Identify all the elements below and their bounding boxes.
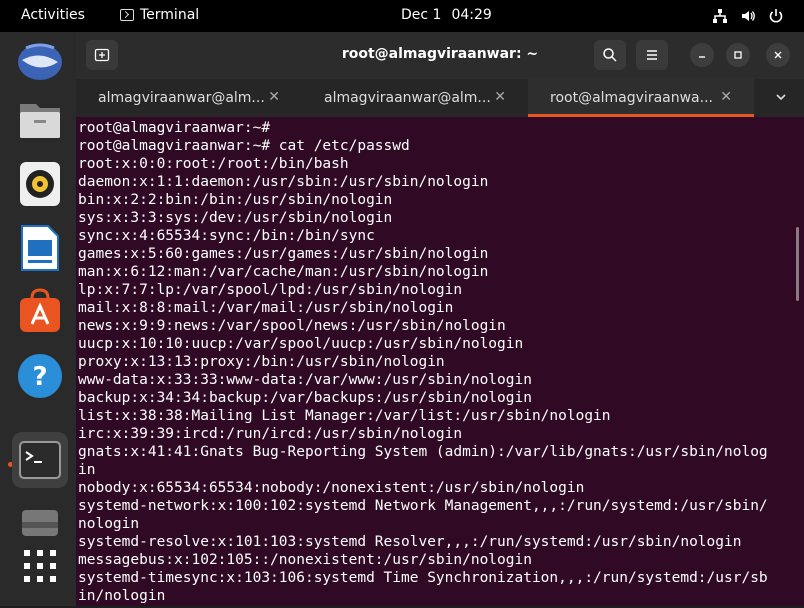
- tab-close-icon[interactable]: ✕: [494, 89, 506, 105]
- files-launcher[interactable]: [12, 92, 68, 148]
- tab-2[interactable]: almagviraanwar@alm... ✕: [302, 79, 528, 117]
- rhythmbox-launcher[interactable]: [12, 156, 68, 212]
- tab-1[interactable]: almagviraanwar@alm... ✕: [76, 79, 302, 117]
- app-menu[interactable]: Terminal: [120, 7, 199, 23]
- thunderbird-launcher[interactable]: [12, 36, 68, 92]
- terminal-line: mail:x:8:8:mail:/var/mail:/usr/sbin/nolo…: [78, 300, 454, 316]
- terminal-line: systemd-resolve:x:101:103:systemd Resolv…: [78, 534, 742, 550]
- terminal-window: root@almagviraanwar: ~ almagviraanwar@al…: [76, 32, 804, 606]
- help-icon: ?: [18, 354, 62, 398]
- terminal-output[interactable]: root@almagviraanwar:~# root@almagviraanwa…: [78, 117, 790, 608]
- writer-launcher[interactable]: [12, 220, 68, 276]
- tab-label: almagviraanwar@alm...: [324, 90, 491, 106]
- terminal-line: news:x:9:9:news:/var/spool/news:/usr/sbi…: [78, 318, 506, 334]
- show-apps-button[interactable]: [12, 538, 68, 594]
- dock: ?: [0, 32, 80, 606]
- terminal-line: bin:x:2:2:bin:/bin:/usr/sbin/nologin: [78, 192, 393, 208]
- search-icon: [603, 48, 617, 62]
- tab-close-icon[interactable]: ✕: [720, 89, 732, 105]
- tab-3[interactable]: root@almagviraanwa... ✕: [528, 79, 754, 117]
- system-tray[interactable]: [712, 8, 784, 24]
- terminal-line: irc:x:39:39:ircd:/run/ircd:/usr/sbin/nol…: [78, 426, 463, 442]
- terminal-line: sync:x:4:65534:sync:/bin:/bin/sync: [78, 228, 375, 244]
- terminal-line: in: [78, 462, 96, 478]
- terminal-launcher[interactable]: [12, 432, 68, 488]
- terminal-line: systemd-timesync:x:103:106:systemd Time …: [78, 570, 768, 586]
- terminal-line: root@almagviraanwar:~# cat /etc/passwd: [78, 138, 410, 154]
- maximize-icon: [734, 51, 742, 59]
- files-icon: [20, 104, 60, 138]
- clock[interactable]: Dec 1 04:29: [401, 7, 492, 23]
- terminal-line: sys:x:3:3:sys:/dev:/usr/sbin/nologin: [78, 210, 393, 226]
- hamburger-menu-icon: [647, 50, 657, 60]
- top-bar: Activities Terminal Dec 1 04:29: [0, 0, 804, 32]
- activities-button[interactable]: Activities: [21, 7, 85, 23]
- svg-text:?: ?: [32, 362, 47, 392]
- terminal-line: games:x:5:60:games:/usr/games:/usr/sbin/…: [78, 246, 489, 262]
- close-button[interactable]: [766, 43, 790, 67]
- terminal-line: nologin: [78, 516, 140, 532]
- tab-label: almagviraanwar@alm...: [98, 90, 265, 106]
- maximize-button[interactable]: [726, 43, 750, 67]
- terminal-line: systemd-network:x:100:102:systemd Networ…: [78, 498, 768, 514]
- terminal-line: gnats:x:41:41:Gnats Bug-Reporting System…: [78, 444, 768, 460]
- tab-bar: almagviraanwar@alm... ✕ almagviraanwar@a…: [76, 79, 804, 117]
- clock-date: Dec 1: [401, 7, 442, 23]
- terminal-line: daemon:x:1:1:daemon:/usr/sbin:/usr/sbin/…: [78, 174, 489, 190]
- terminal-line: uucp:x:10:10:uucp:/var/spool/uucp:/usr/s…: [78, 336, 524, 352]
- software-launcher[interactable]: [12, 284, 68, 340]
- terminal-line: list:x:38:38:Mailing List Manager:/var/l…: [78, 408, 611, 424]
- clock-time: 04:29: [451, 7, 492, 23]
- power-icon: [769, 9, 783, 23]
- app-name: Terminal: [140, 7, 200, 23]
- rhythmbox-icon: [20, 162, 60, 206]
- apps-grid-icon: [24, 550, 56, 582]
- help-launcher[interactable]: ?: [12, 348, 68, 404]
- chevron-down-icon[interactable]: [774, 90, 788, 104]
- terminal-line: in/nologin: [78, 588, 166, 604]
- close-icon: [774, 51, 782, 59]
- header-bar: root@almagviraanwar: ~: [76, 32, 804, 79]
- search-button[interactable]: [594, 40, 626, 70]
- minimize-icon: [699, 56, 705, 58]
- menu-button[interactable]: [636, 40, 668, 70]
- tab-label: root@almagviraanwa...: [550, 90, 713, 106]
- tab-close-icon[interactable]: ✕: [268, 89, 280, 105]
- writer-icon: [21, 225, 59, 271]
- terminal-line: nobody:x:65534:65534:nobody:/nonexistent…: [78, 480, 585, 496]
- terminal-line: backup:x:34:34:backup:/var/backups:/usr/…: [78, 390, 532, 406]
- volume-icon: [742, 11, 755, 21]
- terminal-line: messagebus:x:102:105::/nonexistent:/usr/…: [78, 552, 532, 568]
- terminal-icon: [19, 441, 61, 479]
- terminal-line: root:x:0:0:root:/root:/bin/bash: [78, 156, 349, 172]
- terminal-line: lp:x:7:7:lp:/var/spool/lpd:/usr/sbin/nol…: [78, 282, 463, 298]
- scrollbar[interactable]: [796, 227, 799, 301]
- minimize-button[interactable]: [690, 43, 714, 67]
- network-icon: [713, 9, 727, 23]
- terminal-line: man:x:6:12:man:/var/cache/man:/usr/sbin/…: [78, 264, 489, 280]
- software-icon: [20, 288, 60, 332]
- terminal-line: proxy:x:13:13:proxy:/bin:/usr/sbin/nolog…: [78, 354, 445, 370]
- terminal-line: www-data:x:33:33:www-data:/var/www:/usr/…: [78, 372, 532, 388]
- terminal-app-icon: [120, 9, 134, 21]
- terminal-line: root@almagviraanwar:~#: [78, 120, 271, 136]
- thunderbird-icon: [18, 43, 62, 80]
